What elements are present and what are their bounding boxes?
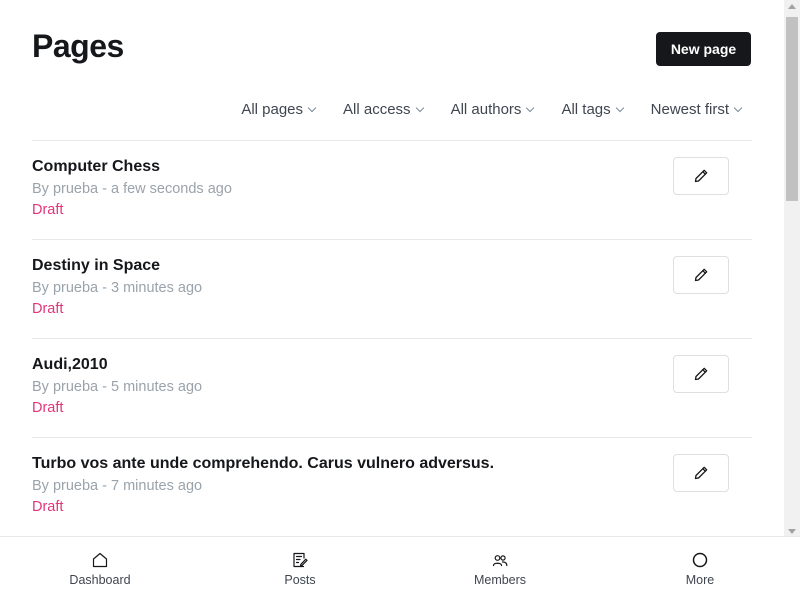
chevron-down-icon [415, 103, 424, 112]
nav-item-posts[interactable]: Posts [200, 537, 400, 601]
scrollbar-thumb[interactable] [786, 17, 798, 201]
vertical-scrollbar[interactable] [784, 0, 800, 536]
scroll-up-arrow-icon[interactable] [788, 4, 796, 9]
filter-label: All access [343, 101, 411, 118]
page-item-title[interactable]: Turbo vos ante unde comprehendo. Carus v… [32, 455, 494, 473]
more-icon [692, 552, 708, 568]
pencil-icon [694, 169, 708, 183]
edit-button[interactable] [673, 256, 729, 294]
page-item-title[interactable]: Destiny in Space [32, 257, 160, 275]
page-title: Pages [32, 28, 124, 64]
filter-label: All pages [241, 101, 304, 118]
page-item-meta: By prueba - 5 minutes ago [32, 379, 203, 395]
nav-item-dashboard[interactable]: Dashboard [0, 537, 200, 601]
status-badge: Draft [32, 400, 64, 416]
filter-tags-dropdown[interactable]: All tags [561, 101, 624, 118]
nav-item-members[interactable]: Members [400, 537, 600, 601]
filter-label: All authors [450, 101, 522, 118]
edit-button[interactable] [673, 454, 729, 492]
list-item[interactable]: Destiny in Space By prueba - 3 minutes a… [32, 240, 752, 339]
filter-bar: All pages All access All authors All tag… [213, 101, 743, 118]
chevron-down-icon [526, 103, 535, 112]
new-page-button[interactable]: New page [656, 32, 751, 66]
filter-access-dropdown[interactable]: All access [343, 101, 424, 118]
posts-icon [293, 552, 308, 568]
main-content: Pages New page All pages All access All … [0, 0, 784, 536]
chevron-down-icon [615, 103, 624, 112]
chevron-down-icon [307, 103, 317, 112]
pencil-icon [694, 367, 708, 381]
nav-label: Posts [284, 573, 316, 587]
nav-label: Members [473, 573, 527, 587]
page-item-meta: By prueba - 7 minutes ago [32, 478, 203, 494]
edit-button[interactable] [673, 355, 729, 393]
nav-item-more[interactable]: More [600, 537, 800, 601]
pencil-icon [694, 466, 708, 480]
filter-type-dropdown[interactable]: All pages [241, 101, 317, 118]
pages-list: Computer Chess By prueba - a few seconds… [32, 140, 752, 536]
page-item-meta: By prueba - a few seconds ago [32, 181, 232, 197]
page-item-title[interactable]: Computer Chess [32, 158, 160, 176]
sort-order-dropdown[interactable]: Newest first [650, 101, 743, 118]
filter-label: All tags [561, 101, 611, 118]
chevron-down-icon [733, 103, 743, 112]
pencil-icon [694, 268, 708, 282]
page-item-meta: By prueba - 3 minutes ago [32, 280, 203, 296]
list-item[interactable]: Turbo vos ante unde comprehendo. Carus v… [32, 438, 752, 536]
page-item-title[interactable]: Audi,2010 [32, 356, 108, 374]
list-item[interactable]: Computer Chess By prueba - a few seconds… [32, 141, 752, 240]
members-icon [492, 555, 508, 567]
home-icon [92, 552, 108, 568]
scroll-down-arrow-icon[interactable] [788, 529, 796, 534]
nav-label: More [685, 573, 715, 587]
status-badge: Draft [32, 499, 64, 515]
filter-label: Newest first [650, 101, 729, 118]
filter-authors-dropdown[interactable]: All authors [450, 101, 535, 118]
bottom-navigation: Dashboard Posts Members More [0, 536, 800, 601]
nav-label: Dashboard [69, 573, 131, 587]
status-badge: Draft [32, 301, 64, 317]
list-item[interactable]: Audi,2010 By prueba - 5 minutes ago Draf… [32, 339, 752, 438]
status-badge: Draft [32, 202, 64, 218]
edit-button[interactable] [673, 157, 729, 195]
